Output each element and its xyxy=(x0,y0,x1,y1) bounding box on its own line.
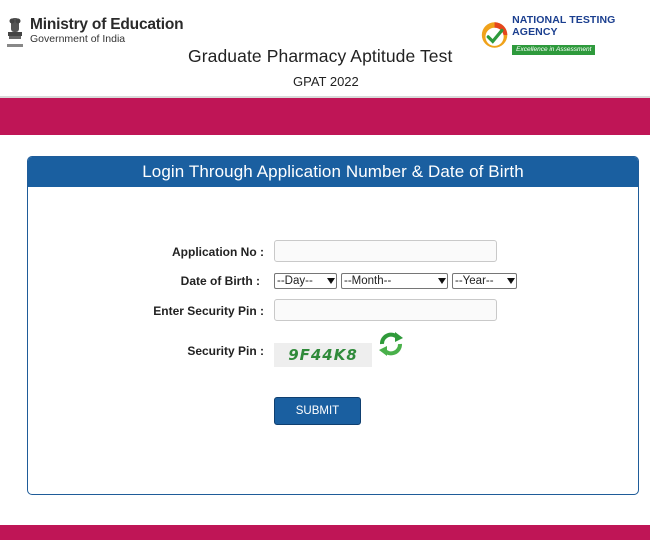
dob-day-select[interactable]: --Day-- xyxy=(274,273,337,289)
top-band xyxy=(0,96,650,135)
login-heading: Login Through Application Number & Date … xyxy=(28,157,638,187)
ministry-logo: Ministry of Education Government of Indi… xyxy=(4,16,184,52)
dob-label: Date of Birth : xyxy=(180,274,260,288)
application-no-label: Application No : xyxy=(172,245,264,259)
captcha-image: 9F44K8 xyxy=(274,343,372,367)
submit-button[interactable]: SUBMIT xyxy=(274,397,361,425)
nta-text: NATIONAL TESTING AGENCY Excellence in As… xyxy=(512,14,650,56)
dob-year-select[interactable]: --Year-- xyxy=(452,273,517,289)
security-pin-label: Security Pin : xyxy=(187,344,264,358)
dob-month-value: --Month-- xyxy=(344,275,392,287)
dob-month-select[interactable]: --Month-- xyxy=(341,273,448,289)
dob-year-value: --Year-- xyxy=(455,275,494,287)
refresh-icon[interactable] xyxy=(376,329,406,359)
ministry-text: Ministry of Education Government of Indi… xyxy=(30,16,184,46)
enter-security-pin-label: Enter Security Pin : xyxy=(153,304,264,318)
page: Ministry of Education Government of Indi… xyxy=(0,0,650,540)
nta-logo-icon xyxy=(481,22,508,48)
government-name: Government of India xyxy=(30,33,126,45)
dob-day-value: --Day-- xyxy=(277,275,313,287)
national-emblem-icon xyxy=(7,18,23,47)
login-panel: Login Through Application Number & Date … xyxy=(27,156,639,495)
application-no-input[interactable] xyxy=(274,240,497,262)
nta-tagline: Excellence in Assessment xyxy=(512,45,596,55)
chevron-down-icon xyxy=(507,278,515,284)
ministry-name: Ministry of Education xyxy=(30,16,184,33)
exam-code: GPAT 2022 xyxy=(293,74,359,89)
chevron-down-icon xyxy=(438,278,446,284)
exam-title: Graduate Pharmacy Aptitude Test xyxy=(188,46,453,66)
nta-name: NATIONAL TESTING AGENCY xyxy=(512,14,616,38)
bottom-band xyxy=(0,525,650,540)
chevron-down-icon xyxy=(327,278,335,284)
security-pin-input[interactable] xyxy=(274,299,497,321)
nta-logo: NATIONAL TESTING AGENCY Excellence in As… xyxy=(480,14,650,56)
